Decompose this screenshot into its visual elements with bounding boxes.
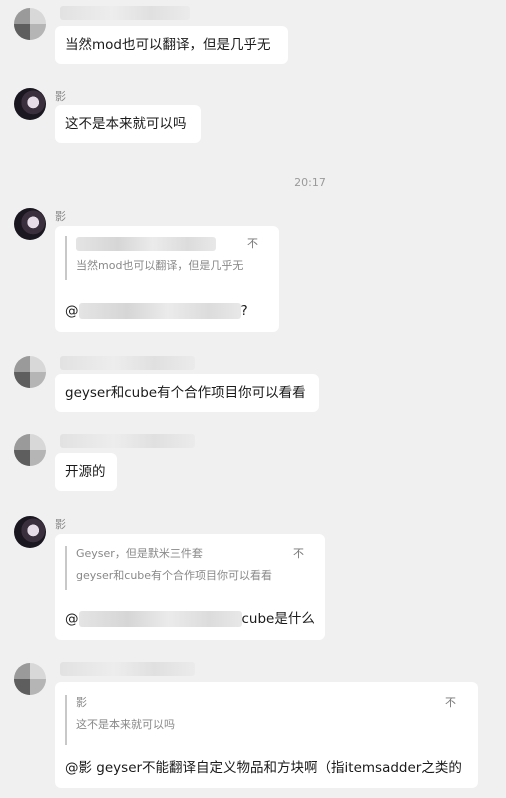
sender-name: 影 [55, 518, 66, 531]
message-bubble[interactable]: 影 不 这不是本来就可以吗 @影 geyser不能翻译自定义物品和方块啊（指it… [55, 682, 478, 788]
message-bubble[interactable]: 当然mod也可以翻译，但是几乎无 [55, 26, 288, 64]
mention-prefix: @ [65, 303, 79, 319]
message-bubble[interactable]: 开源的 [55, 453, 117, 491]
sender-name: 影 [55, 90, 66, 103]
message-text: 开源的 [65, 464, 106, 480]
message-text: 当然mod也可以翻译，但是几乎无 [65, 37, 271, 53]
avatar[interactable] [14, 434, 46, 466]
sender-name-blurred [60, 662, 195, 676]
mention-prefix: @ [65, 611, 79, 627]
message-text: 这不是本来就可以吗 [65, 116, 187, 132]
reply-suffix: cube是什么 [241, 611, 315, 627]
message-bubble[interactable]: 这不是本来就可以吗 [55, 105, 201, 143]
quoted-message[interactable]: 影 不 这不是本来就可以吗 [65, 695, 466, 745]
message-bubble[interactable]: Geyser，但是默米三件套 不 geyser和cube有个合作项目你可以看看 … [55, 534, 325, 640]
message-bubble[interactable]: geyser和cube有个合作项目你可以看看 [55, 374, 319, 412]
sender-name-blurred [60, 6, 190, 20]
quote-mark: 不 [293, 547, 304, 560]
quote-author-blurred [76, 237, 216, 251]
quote-author: 影 [76, 696, 87, 709]
reply-text: @? [65, 301, 248, 321]
avatar[interactable] [14, 663, 46, 695]
quote-mark: 不 [445, 696, 456, 709]
quote-mark: 不 [247, 237, 258, 250]
avatar[interactable] [14, 516, 46, 548]
avatar[interactable] [14, 208, 46, 240]
mention-blurred[interactable] [78, 303, 241, 319]
sender-name-blurred [60, 356, 195, 370]
reply-suffix: ? [240, 303, 248, 319]
quoted-message[interactable]: 不 当然mod也可以翻译，但是几乎无 [65, 236, 261, 280]
quote-text: geyser和cube有个合作项目你可以看看 [76, 569, 273, 582]
sender-name-blurred [60, 434, 195, 448]
timestamp: 20:17 [294, 176, 326, 189]
quote-author [76, 236, 261, 252]
message-bubble[interactable]: 不 当然mod也可以翻译，但是几乎无 @? [55, 226, 279, 332]
quote-text: 这不是本来就可以吗 [76, 718, 175, 731]
quote-text: 当然mod也可以翻译，但是几乎无 [76, 259, 244, 272]
avatar[interactable] [14, 88, 46, 120]
avatar[interactable] [14, 8, 46, 40]
message-text: geyser和cube有个合作项目你可以看看 [65, 385, 306, 401]
sender-name: 影 [55, 210, 66, 223]
quoted-message[interactable]: Geyser，但是默米三件套 不 geyser和cube有个合作项目你可以看看 [65, 546, 313, 590]
avatar[interactable] [14, 356, 46, 388]
reply-text: @ cube是什么 [65, 609, 315, 629]
quote-author: Geyser，但是默米三件套 [76, 547, 203, 560]
reply-text: @影 geyser不能翻译自定义物品和方块啊（指itemsadder之类的 [65, 760, 462, 776]
mention-blurred[interactable] [78, 611, 242, 627]
